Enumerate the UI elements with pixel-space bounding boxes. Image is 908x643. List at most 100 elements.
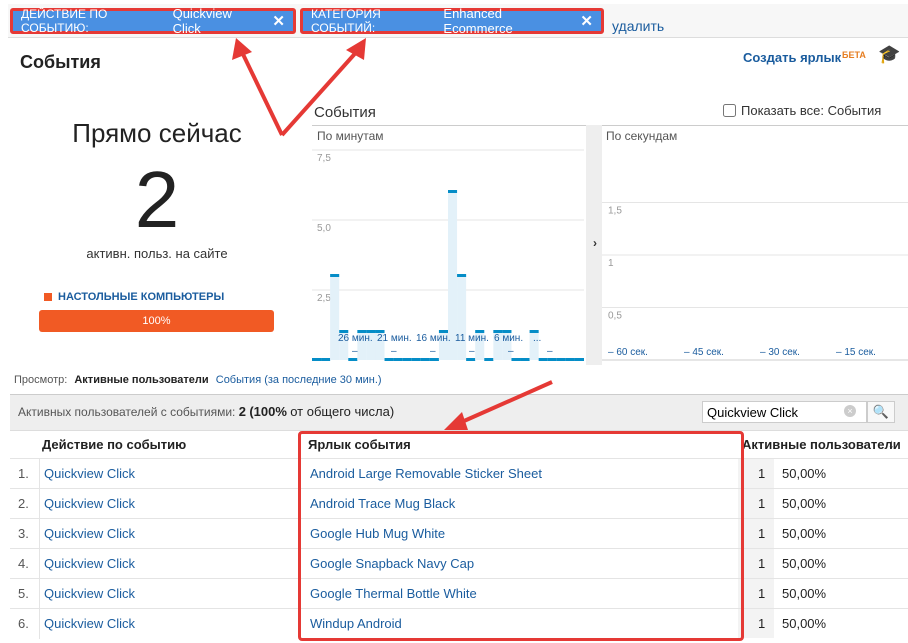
view-label: Просмотр:	[14, 374, 68, 386]
realtime-title: Прямо сейчас	[72, 118, 242, 148]
bar-cap	[348, 358, 358, 361]
y-tick-label: 5,0	[317, 223, 331, 234]
bar-cap	[411, 358, 421, 361]
event-action-link[interactable]: Quickview Click	[44, 459, 135, 489]
page-title: События	[20, 52, 101, 72]
bar-cap	[484, 358, 494, 361]
sort-down-icon[interactable]: ↓	[888, 436, 895, 451]
row-number: 5.	[18, 579, 40, 609]
device-label: НАСТОЛЬНЫЕ КОМПЬЮТЕРЫ	[58, 291, 225, 303]
show-all-label: Показать все: События	[741, 103, 882, 118]
filter-chip-category[interactable]: КАТЕГОРИЯ СОБЫТИЙ: Enhanced Ecommerce ✕	[300, 6, 604, 36]
search-button[interactable]: 🔍	[867, 401, 895, 423]
event-action-link[interactable]: Quickview Click	[44, 519, 135, 549]
bar-cap	[429, 358, 439, 361]
x-tick-label: 16 мин.	[416, 333, 451, 344]
tab-active-users[interactable]: Активные пользователи	[74, 374, 208, 386]
column-header-active-users[interactable]: Активные пользователи	[742, 437, 901, 452]
bar-cap	[457, 274, 467, 277]
filter-label: ДЕЙСТВИЕ ПО СОБЫТИЮ:	[21, 7, 108, 35]
bar-cap	[312, 358, 322, 361]
close-icon[interactable]: ✕	[580, 12, 593, 30]
bar-cap	[466, 358, 476, 361]
x-tick-label: – 15 сек.	[836, 347, 876, 358]
close-icon[interactable]: ✕	[272, 12, 285, 30]
active-users-pct: 50,00%	[782, 466, 827, 481]
y-tick-label: 7,5	[317, 153, 331, 164]
bar-cap	[520, 358, 530, 361]
create-shortcut-link[interactable]: Создать ярлык	[743, 50, 841, 65]
bar-cap	[420, 358, 430, 361]
active-users-caption: активн. польз. на сайте	[86, 246, 228, 261]
active-users-pct: 50,00%	[782, 586, 827, 601]
highlight-box	[298, 431, 744, 641]
filter-value: Enhanced Ecommerce	[443, 6, 513, 36]
remove-filters-link[interactable]: удалить	[612, 18, 664, 34]
active-users-value: 1	[758, 466, 766, 481]
bar-cap	[547, 358, 557, 361]
summary-text: Активных пользователей с событиями:	[18, 405, 236, 419]
row-number: 6.	[18, 609, 40, 639]
x-tick-label: 11 мин.	[455, 333, 489, 344]
row-number: 1.	[18, 459, 40, 489]
active-users-pct: 50,00%	[782, 496, 827, 511]
x-tick-mark: –	[547, 346, 553, 357]
bar-cap	[448, 190, 458, 193]
bar-cap	[384, 358, 394, 361]
bar-cap	[402, 358, 412, 361]
bar-cap	[538, 358, 548, 361]
row-number: 3.	[18, 519, 40, 549]
filter-chip-action[interactable]: ДЕЙСТВИЕ ПО СОБЫТИЮ: Quickview Click ✕	[10, 6, 296, 36]
bar-cap	[393, 358, 403, 361]
search-input[interactable]	[702, 401, 867, 423]
y-tick-label: 1	[608, 258, 614, 269]
seconds-chart-title: По секундам	[606, 129, 677, 143]
device-progress-bar: 100%	[39, 310, 274, 332]
column-header-action[interactable]: Действие по событию	[42, 437, 186, 452]
y-tick-label: 1,5	[608, 206, 622, 217]
x-tick-label: 6 мин.	[494, 333, 523, 344]
bar[interactable]	[330, 276, 340, 360]
graduation-cap-icon[interactable]: 🎓	[878, 44, 900, 65]
x-tick-mark: –	[469, 346, 475, 357]
realtime-charts: › 2,55,07,526 мин.–21 мин.–16 мин.–11 ми…	[312, 125, 908, 365]
active-users-value: 1	[758, 496, 766, 511]
event-action-link[interactable]: Quickview Click	[44, 579, 135, 609]
x-tick-mark: –	[508, 346, 514, 357]
event-action-link[interactable]: Quickview Click	[44, 489, 135, 519]
chevron-right-icon[interactable]: ›	[593, 236, 597, 250]
bar[interactable]	[457, 276, 467, 360]
checkbox[interactable]	[723, 104, 736, 117]
x-tick-mark: –	[391, 346, 397, 357]
active-users-value: 1	[758, 586, 766, 601]
bar-cap	[574, 358, 584, 361]
y-tick-label: 2,5	[317, 293, 331, 304]
view-switcher: Просмотр: Активные пользователи События …	[14, 374, 382, 386]
event-action-link[interactable]: Quickview Click	[44, 549, 135, 579]
active-users-value: 1	[758, 616, 766, 631]
clear-icon[interactable]: ×	[844, 405, 856, 417]
bar-cap	[511, 358, 521, 361]
x-tick-label: ...	[533, 333, 541, 344]
x-tick-mark: –	[352, 346, 358, 357]
bar-cap	[321, 358, 331, 361]
active-users-pct: 50,00%	[782, 616, 827, 631]
x-tick-mark: –	[430, 346, 436, 357]
chart-title: События	[314, 104, 376, 121]
event-action-link[interactable]: Quickview Click	[44, 609, 135, 639]
bar-cap	[330, 274, 340, 277]
filter-value: Quickview Click	[172, 6, 232, 36]
show-all-checkbox[interactable]: Показать все: События	[723, 103, 881, 118]
y-tick-label: 0,5	[608, 311, 622, 322]
active-users-count: 2	[134, 155, 180, 244]
row-number: 4.	[18, 549, 40, 579]
bar-cap	[565, 358, 575, 361]
x-tick-label: 26 мин.	[338, 333, 373, 344]
active-users-pct: 50,00%	[782, 526, 827, 541]
summary-rest: от общего числа)	[290, 404, 395, 419]
tab-events[interactable]: События (за последние 30 мин.)	[216, 374, 382, 386]
row-number: 2.	[18, 489, 40, 519]
active-users-value: 1	[758, 526, 766, 541]
active-users-value: 1	[758, 556, 766, 571]
summary-bar: Активных пользователей с событиями: 2 (1…	[10, 394, 908, 430]
